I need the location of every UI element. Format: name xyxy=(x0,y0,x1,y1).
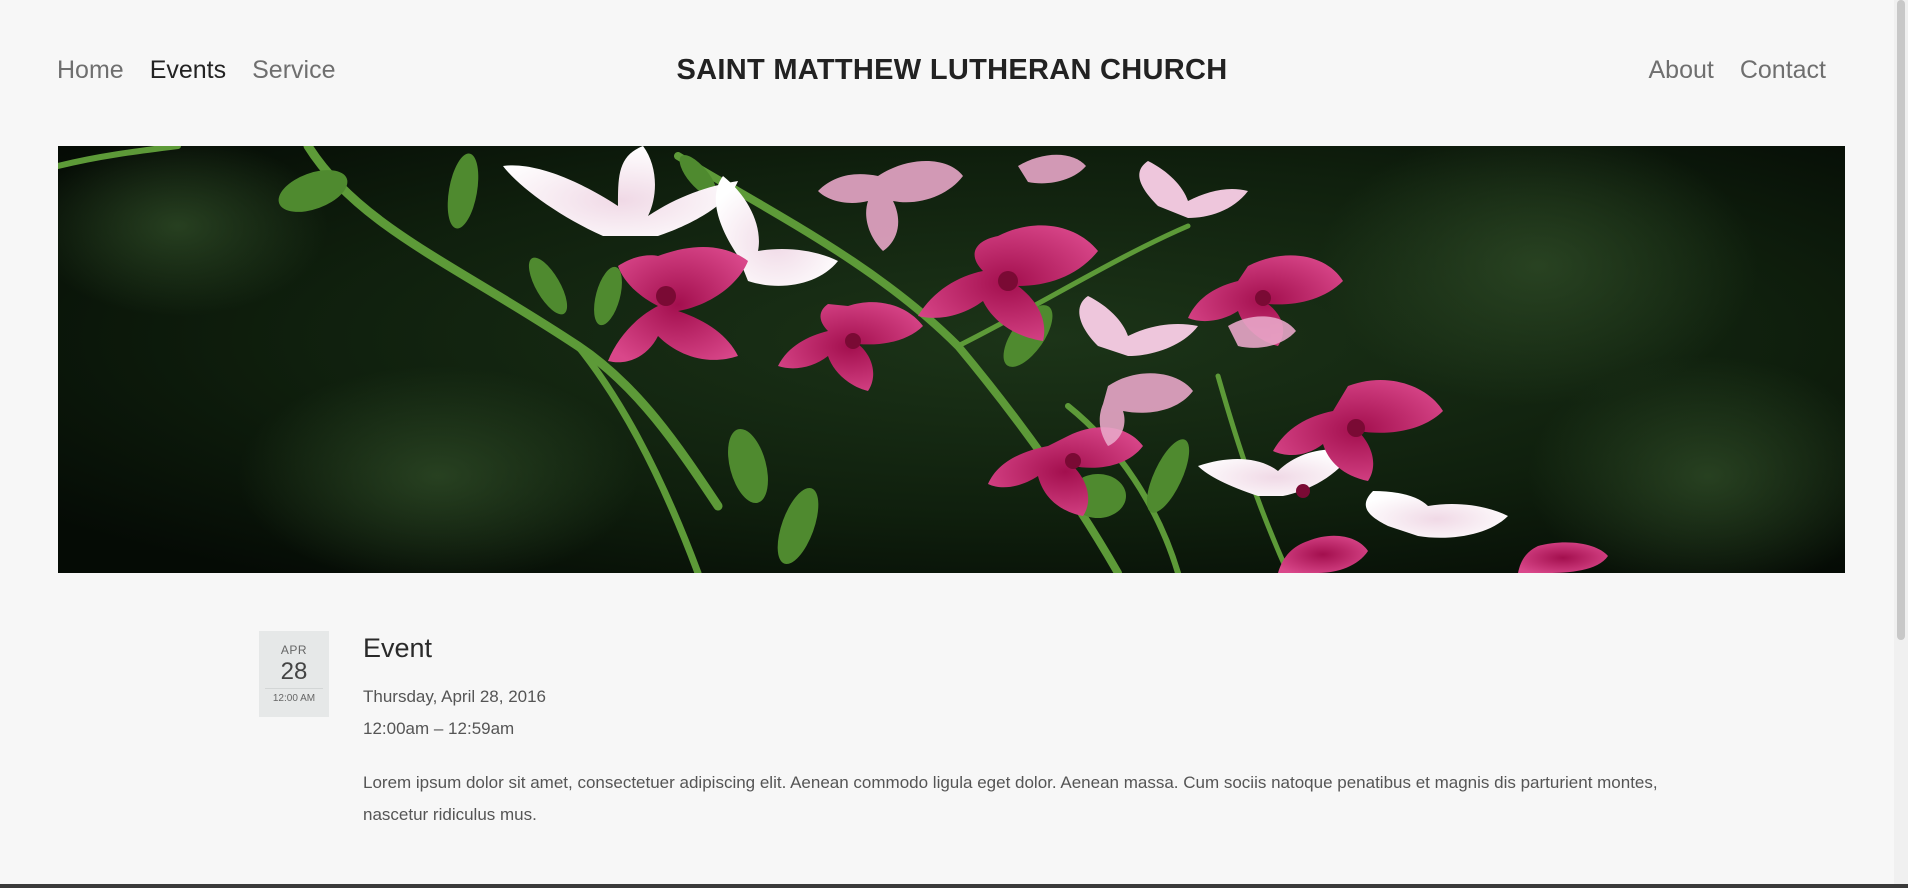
footer-edge xyxy=(0,884,1908,888)
orchid-illustration xyxy=(58,146,1845,573)
event-title[interactable]: Event xyxy=(363,631,432,665)
event-month: APR xyxy=(280,643,308,657)
site-title[interactable]: SAINT MATTHEW LUTHERAN CHURCH xyxy=(0,53,1904,87)
nav-link-about[interactable]: About xyxy=(1648,54,1713,86)
page: Home Events Service SAINT MATTHEW LUTHER… xyxy=(0,0,1908,888)
event-description: Lorem ipsum dolor sit amet, consectetuer… xyxy=(363,773,1658,824)
event-date-line: Thursday, April 28, 2016 xyxy=(363,687,547,706)
scrollbar-thumb[interactable] xyxy=(1897,0,1905,640)
date-badge-divider xyxy=(265,688,323,689)
event-time-badge: 12:00 AM xyxy=(272,693,316,704)
page-scrollbar[interactable] xyxy=(1894,0,1908,884)
primary-nav-right: About Contact xyxy=(1648,54,1826,86)
hero-image-orchids xyxy=(58,146,1845,573)
nav-link-contact[interactable]: Contact xyxy=(1740,54,1826,86)
event-date-badge: APR 28 12:00 AM xyxy=(259,631,329,717)
event-time-line: 12:00am – 12:59am xyxy=(363,719,515,738)
event-day: 28 xyxy=(280,658,308,685)
